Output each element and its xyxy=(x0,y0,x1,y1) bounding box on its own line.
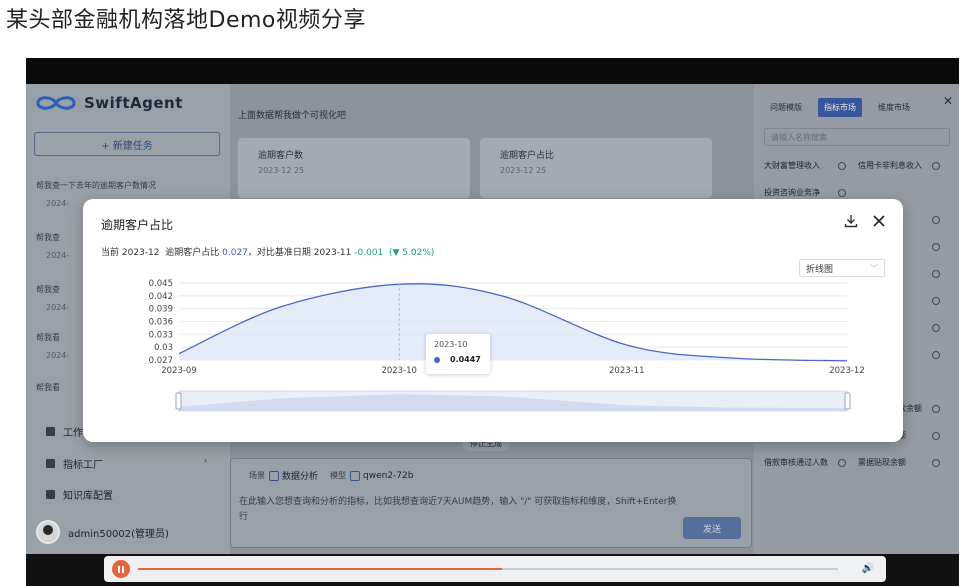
video-top-bar xyxy=(26,58,959,84)
tooltip-value-row: 0.0447 xyxy=(434,355,482,364)
x-tick-label: 2023-09 xyxy=(161,366,197,376)
y-tick-label: 0.042 xyxy=(149,292,173,302)
volume-icon[interactable]: 🔊 xyxy=(862,563,874,574)
x-tick-label: 2023-11 xyxy=(609,366,645,376)
y-tick-label: 0.045 xyxy=(149,279,173,289)
x-tick-label: 2023-10 xyxy=(381,366,417,376)
tooltip-date: 2023-10 xyxy=(434,340,468,349)
progress-track[interactable] xyxy=(138,568,838,570)
pause-icon[interactable] xyxy=(112,560,130,578)
x-tick-label: 2023-12 xyxy=(829,366,865,376)
chart-modal: 逾期客户占比 当前 2023-12 逾期客户占比 0.027，对比基准日期 20… xyxy=(83,199,903,442)
series-dot xyxy=(434,356,440,363)
video-player-bar: 🔊 xyxy=(104,556,886,582)
page-heading: 某头部金融机构落地Demo视频分享 xyxy=(6,8,366,33)
zoom-handle-right[interactable] xyxy=(844,392,851,410)
y-tick-label: 0.027 xyxy=(149,356,173,366)
area-chart[interactable]: 0.027 0.03 0.033 0.036 0.039 0.042 0.045 2023-0… xyxy=(83,199,903,442)
y-tick-label: 0.036 xyxy=(149,318,173,328)
y-tick-label: 0.03 xyxy=(154,343,173,353)
y-tick-label: 0.033 xyxy=(149,330,173,340)
chart-tooltip: 2023-10 0.0447 xyxy=(426,334,490,374)
zoom-handle-left[interactable] xyxy=(175,392,182,410)
progress-fill xyxy=(138,568,502,570)
y-tick-label: 0.039 xyxy=(149,305,173,315)
tooltip-value: 0.0447 xyxy=(450,355,481,364)
